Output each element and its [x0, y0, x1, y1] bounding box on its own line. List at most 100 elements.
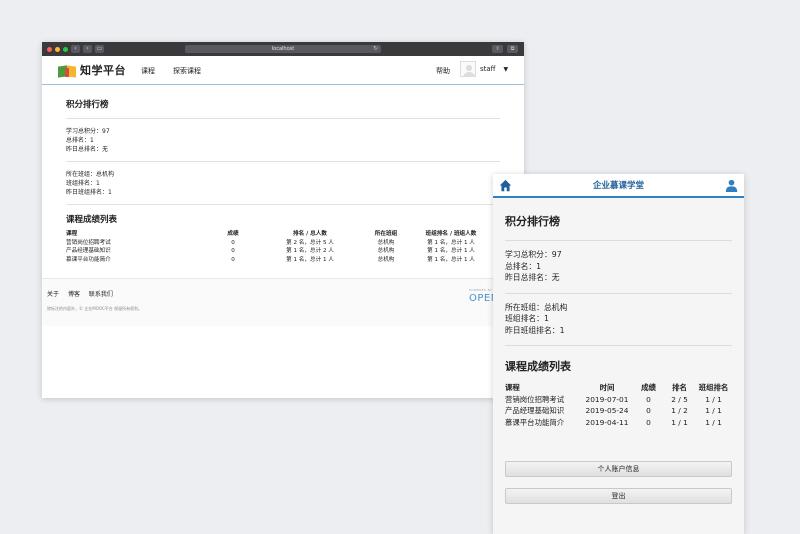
footer-blog-link[interactable]: 博客 [68, 291, 80, 298]
yesterday-class-rank: 昨日班组排名：1 [505, 325, 565, 335]
total-score: 学习总积分：97 [66, 128, 110, 135]
share-icon[interactable]: ⇪ [492, 45, 503, 53]
username: staff [480, 65, 496, 73]
desktop-content: 积分排行榜 学习总积分：97 总排名：1 昨日总排名：无 所在班组：总机构 班组… [42, 98, 524, 264]
class: 总机构 [377, 256, 395, 263]
yesterday-class-rank: 昨日班组排名：1 [66, 189, 112, 196]
course-name[interactable]: 慕课平台功能简介 [66, 256, 202, 265]
site-logo[interactable]: 知学平台 [58, 62, 126, 78]
class-rank: 1 / 1 [705, 394, 722, 404]
total-rank: 总排名：1 [66, 137, 94, 144]
score: 0 [646, 406, 651, 415]
address-bar[interactable]: localhost ↻ [185, 45, 381, 53]
footer-about-link[interactable]: 关于 [47, 291, 59, 298]
rank: 第 2 名，总计 5 人 [286, 239, 334, 246]
table-header: 课程 时间 成绩 排名 班组排名 [505, 382, 732, 394]
score: 0 [646, 394, 651, 404]
logout-button[interactable]: 登出 [505, 488, 732, 504]
table-row: 营销岗位招聘考试 0 第 2 名，总计 5 人 总机构 第 1 名，总计 1 人 [66, 239, 500, 248]
class: 总机构 [377, 248, 395, 254]
rank: 1 / 1 [671, 417, 688, 427]
rank: 1 / 2 [671, 406, 688, 415]
user-icon[interactable] [725, 179, 738, 192]
avatar [460, 61, 476, 77]
help-link[interactable]: 帮助 [436, 66, 450, 76]
course-name[interactable]: 营销岗位招聘考试 [66, 239, 202, 248]
nav-explore-courses[interactable]: 探索课程 [173, 66, 201, 76]
score: 0 [646, 417, 651, 427]
address-bar-text: localhost [271, 46, 295, 52]
mobile-view: 企业慕课学堂 积分排行榜 学习总积分：97 总排名：1 昨日总排名：无 所在班组… [493, 174, 744, 534]
table-row: 产品经理基础知识 2019-05-24 0 1 / 2 1 / 1 [505, 405, 732, 417]
home-icon[interactable] [499, 179, 512, 192]
col-class-rank: 班组排名 [698, 383, 729, 392]
class-rank: 1 / 1 [705, 406, 722, 415]
total-stats: 学习总积分：97 总排名：1 昨日总排名：无 [66, 119, 500, 161]
back-arrow-icon[interactable]: ‹ [71, 45, 80, 53]
book-logo-icon [58, 64, 76, 78]
date: 2019-05-24 [585, 406, 629, 415]
footer-links: 关于 博客 联系我们 [47, 289, 120, 298]
table-row: 慕课平台功能简介 0 第 1 名，总计 1 人 总机构 第 1 名，总计 1 人 [66, 256, 500, 265]
close-window-icon[interactable] [47, 46, 52, 52]
mobile-header: 企业慕课学堂 [493, 174, 744, 198]
profile-button[interactable]: 个人账户信息 [505, 461, 732, 477]
site-footer: 关于 博客 联系我们 除标注的内容外，© 企业MOOC平台 保留所有权利。 PO… [42, 278, 524, 326]
class-rank: 第 1 名，总计 1 人 [427, 256, 475, 263]
class-name: 所在班组：总机构 [66, 171, 115, 178]
class-rank: 班组排名：1 [505, 314, 549, 323]
desktop-browser-window: ‹ › ▭ localhost ↻ ⇪ ⧉ 知学平台 课程 探索课程 帮助 st… [42, 42, 524, 398]
class-rank: 第 1 名，总计 1 人 [427, 248, 475, 254]
site-header: 知学平台 课程 探索课程 帮助 staff ▼ [42, 56, 524, 85]
sidebar-toggle-icon[interactable]: ▭ [95, 45, 104, 53]
total-score: 学习总积分：97 [505, 250, 562, 259]
col-rank: 排名 [672, 383, 687, 392]
date: 2019-04-11 [585, 417, 629, 427]
col-rank: 排名 / 总人数 [293, 231, 327, 237]
course-name[interactable]: 营销岗位招聘考试 [505, 394, 581, 406]
mobile-grades-table: 课程 时间 成绩 排名 班组排名 营销岗位招聘考试 2019-07-01 0 2… [505, 382, 732, 428]
mobile-class-stats: 所在班组：总机构 班组排名：1 昨日班组排名：1 [505, 294, 732, 346]
reload-icon[interactable]: ↻ [373, 45, 378, 53]
divider [66, 204, 500, 205]
copyright-text: 除标注的内容外，© 企业MOOC平台 保留所有权利。 [47, 306, 143, 311]
table-row: 产品经理基础知识 0 第 1 名，总计 2 人 总机构 第 1 名，总计 1 人 [66, 247, 500, 256]
tabs-icon[interactable]: ⧉ [507, 45, 518, 53]
rank-title: 积分排行榜 [66, 100, 109, 110]
rank: 第 1 名，总计 2 人 [286, 248, 334, 254]
total-rank: 总排名：1 [505, 261, 542, 271]
caret-down-icon[interactable]: ▼ [504, 66, 509, 73]
rank: 2 / 5 [671, 394, 688, 404]
browser-chrome: ‹ › ▭ localhost ↻ ⇪ ⧉ [42, 42, 524, 56]
forward-arrow-icon[interactable]: › [83, 45, 92, 53]
mobile-rank-title: 积分排行榜 [505, 215, 560, 228]
class-rank: 第 1 名，总计 1 人 [427, 239, 475, 246]
class-stats: 所在班组：总机构 班组排名：1 昨日班组排名：1 [66, 162, 500, 204]
mobile-title: 企业慕课学堂 [592, 181, 644, 191]
course-name[interactable]: 产品经理基础知识 [505, 405, 581, 417]
powered-by-text: POWERED BY [469, 288, 493, 292]
class-rank: 班组排名：1 [66, 180, 100, 187]
col-course: 课程 [505, 383, 520, 392]
user-menu[interactable]: staff ▼ [460, 61, 508, 77]
course-name[interactable]: 产品经理基础知识 [66, 247, 202, 256]
course-name[interactable]: 慕课平台功能简介 [505, 417, 581, 429]
logo-text: 知学平台 [80, 64, 126, 77]
mobile-body: 积分排行榜 学习总积分：97 总排名：1 昨日总排名：无 所在班组：总机构 班组… [493, 213, 744, 504]
yesterday-total-rank: 昨日总排名：无 [505, 273, 560, 282]
col-course: 课程 [66, 231, 78, 237]
col-class-rank: 班组排名 / 班组人数 [425, 231, 477, 237]
score: 0 [231, 239, 235, 246]
class-rank: 1 / 1 [705, 417, 722, 427]
date: 2019-07-01 [585, 394, 629, 404]
col-score: 成绩 [641, 383, 656, 392]
class: 总机构 [377, 239, 395, 246]
maximize-window-icon[interactable] [63, 46, 68, 52]
nav-courses[interactable]: 课程 [141, 66, 155, 76]
footer-contact-link[interactable]: 联系我们 [89, 291, 113, 298]
table-header: 课程 成绩 排名 / 总人数 所在班组 班组排名 / 班组人数 [66, 230, 500, 239]
col-class: 所在班组 [374, 231, 398, 237]
minimize-window-icon[interactable] [55, 46, 60, 52]
yesterday-total-rank: 昨日总排名：无 [66, 146, 109, 153]
rank: 第 1 名，总计 1 人 [286, 256, 334, 263]
